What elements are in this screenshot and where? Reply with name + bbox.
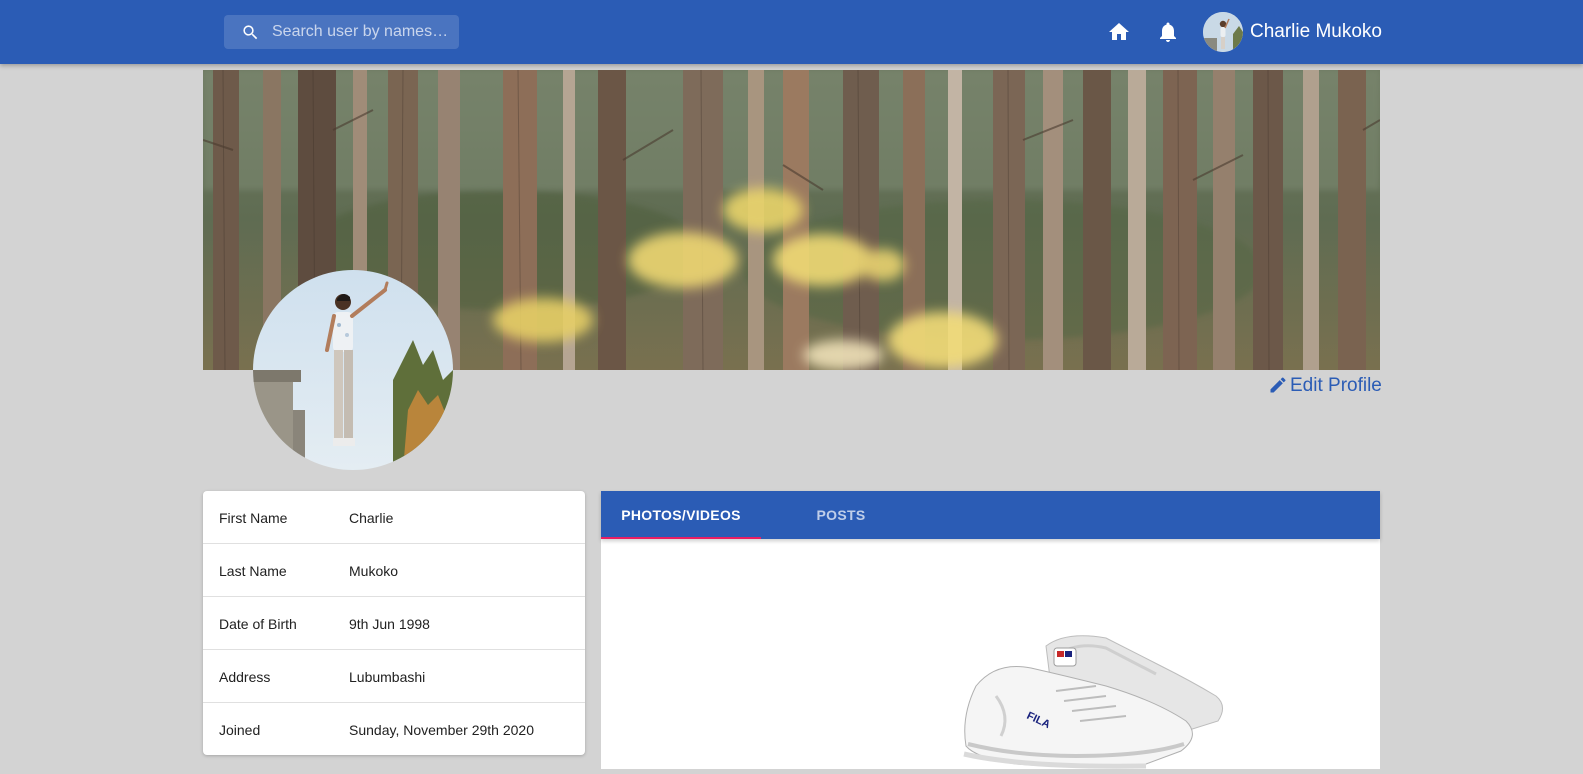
info-row-first-name: First Name Charlie: [203, 491, 585, 544]
pencil-icon: [1270, 377, 1286, 393]
info-value: 9th Jun 1998: [349, 616, 430, 632]
info-label: First Name: [219, 510, 288, 526]
tab-photos-videos[interactable]: PHOTOS/VIDEOS: [601, 491, 761, 539]
edit-profile-label[interactable]: Edit Profile: [1290, 375, 1382, 397]
info-value: Mukoko: [349, 563, 399, 579]
search-box[interactable]: [224, 15, 459, 49]
user-name[interactable]: Charlie Mukoko: [1250, 21, 1382, 43]
search-input[interactable]: [272, 15, 454, 49]
info-label: Last Name: [219, 563, 287, 579]
info-label: Date of Birth: [219, 616, 297, 632]
info-label: Joined: [219, 722, 261, 738]
info-label: Address: [219, 669, 271, 685]
notifications-icon[interactable]: [1156, 20, 1180, 44]
info-row-joined: Joined Sunday, November 29th 2020: [203, 703, 585, 755]
user-avatar[interactable]: [1203, 12, 1243, 52]
info-row-address: Address Lubumbashi: [203, 650, 585, 703]
search-icon: [243, 25, 258, 40]
info-value: Lubumbashi: [349, 669, 426, 685]
tab-bar: PHOTOS/VIDEOS POSTS: [601, 491, 1380, 539]
app-bar: Charlie Mukoko: [0, 0, 1583, 64]
info-value: Sunday, November 29th 2020: [349, 722, 534, 738]
profile-picture: [253, 270, 453, 470]
active-tab-indicator: [601, 537, 761, 539]
tab-posts[interactable]: POSTS: [761, 491, 921, 539]
home-icon[interactable]: [1107, 20, 1131, 44]
info-row-last-name: Last Name Mukoko: [203, 544, 585, 597]
media-panel: PHOTOS/VIDEOS POSTS FILA: [601, 491, 1380, 769]
profile-info-card: First Name Charlie Last Name Mukoko Date…: [203, 491, 585, 755]
info-row-date-of-birth: Date of Birth 9th Jun 1998: [203, 597, 585, 650]
post-photo-sneaker[interactable]: FILA: [956, 626, 1236, 769]
info-value: Charlie: [349, 510, 394, 526]
